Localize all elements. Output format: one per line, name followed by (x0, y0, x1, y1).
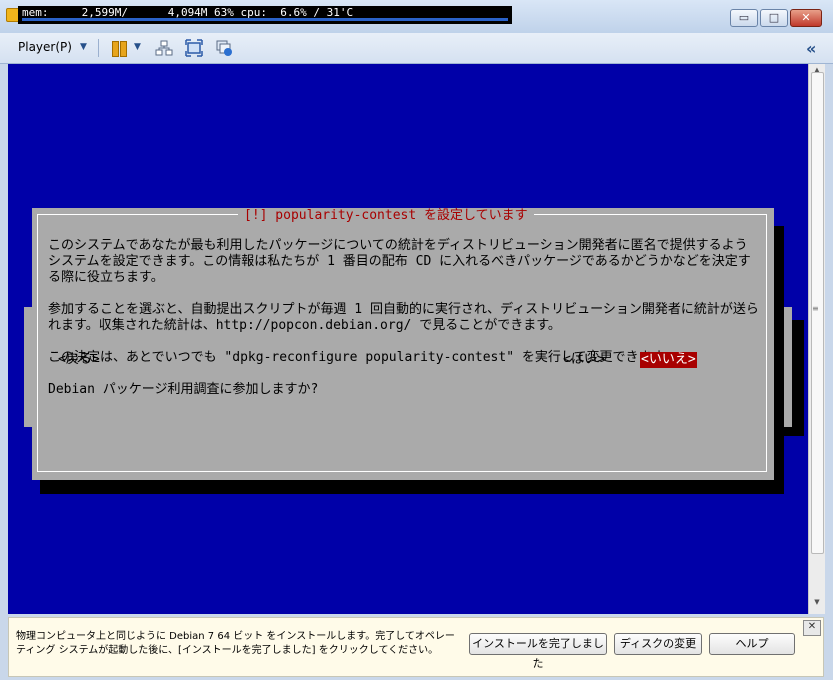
yes-button[interactable]: <はい> (563, 352, 605, 368)
pause-icon[interactable] (110, 39, 128, 57)
network-icon[interactable] (155, 39, 173, 57)
toolbar-separator (98, 39, 99, 57)
dialog-title: [!] popularity-contest を設定しています (238, 208, 534, 224)
memory-usage-bar (22, 18, 508, 21)
chevron-down-icon[interactable]: ▼ (80, 42, 87, 52)
dialog-paragraph: 参加することを選ぶと、自動提出スクリプトが毎週 1 回自動的に実行され、ディスト… (48, 302, 759, 333)
popularity-contest-dialog: [!] popularity-contest を設定しています このシステムであ… (32, 208, 774, 480)
dialog-paragraph: このシステムであなたが最も利用したパッケージについての統計をディストリビューショ… (48, 238, 751, 285)
guest-screen[interactable]: [!] popularity-contest を設定しています このシステムであ… (8, 64, 808, 614)
vertical-scrollbar[interactable]: ▲ ≡ ▼ (808, 64, 825, 614)
no-button[interactable]: <いいえ> (640, 352, 697, 368)
unity-icon[interactable] (215, 39, 233, 57)
finish-install-button[interactable]: インストールを完了しました (469, 633, 607, 670)
dialog-body: このシステムであなたが最も利用したパッケージについての統計をディストリビューショ… (48, 238, 760, 398)
maximize-button[interactable]: □ (760, 9, 788, 27)
fullscreen-icon[interactable] (185, 39, 203, 57)
install-hint-bar: 物理コンピュータ上と同じように Debian 7 64 ビット をインストールし… (8, 617, 824, 677)
close-button[interactable]: ✕ (790, 9, 822, 27)
install-hint-text: 物理コンピュータ上と同じように Debian 7 64 ビット をインストールし… (16, 631, 455, 656)
player-toolbar: Player(P) ▼ ▼ « (0, 33, 833, 64)
close-hint-icon[interactable]: ✕ (803, 620, 821, 636)
change-disk-button[interactable]: ディスクの変更 (614, 633, 702, 655)
grip-icon: ≡ (812, 304, 819, 313)
system-monitor-readout: mem: 2,599M/ 4,094M 63% cpu: 6.6% / 31'C (18, 6, 512, 24)
back-button[interactable]: <戻る> (58, 352, 100, 368)
title-bar: mem: 2,599M/ 4,094M 63% cpu: 6.6% / 31'C… (0, 0, 833, 34)
dialog-question: Debian パッケージ利用調査に参加しますか? (48, 382, 319, 397)
scroll-down-icon[interactable]: ▼ (809, 598, 825, 612)
collapse-toolbar-icon[interactable]: « (806, 39, 816, 58)
minimize-button[interactable]: ▭ (730, 9, 758, 27)
scrollbar-thumb[interactable] (811, 72, 824, 554)
player-menu[interactable]: Player(P) (18, 40, 72, 54)
help-button[interactable]: ヘルプ (709, 633, 795, 655)
chevron-down-icon[interactable]: ▼ (134, 42, 141, 52)
